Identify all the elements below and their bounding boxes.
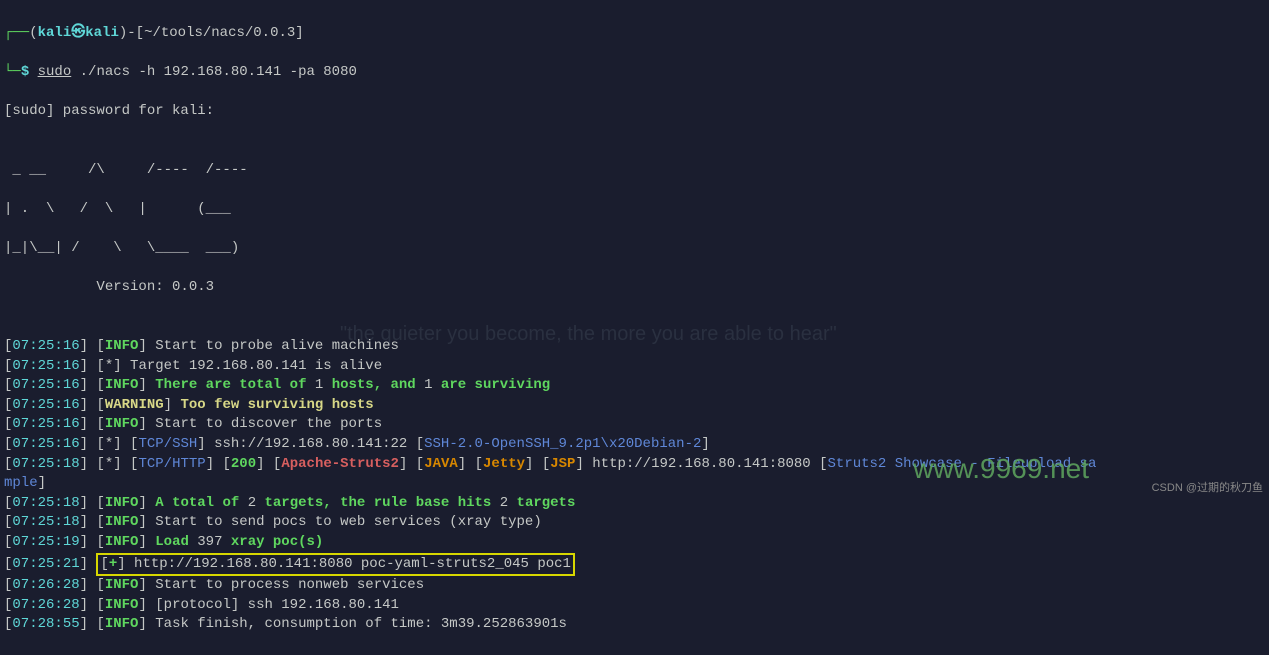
terminal-output: ┌──(kali㉿kali)-[~/tools/nacs/0.0.3] └─$ …	[4, 4, 1265, 655]
log-line: [07:25:16] [INFO] There are total of 1 h…	[4, 376, 1265, 396]
ascii-banner: _ __ /\ /---- /---- | . \ / \ | (___ |_|…	[4, 141, 1265, 317]
log-line: [07:28:55] [INFO] Task finish, consumpti…	[4, 615, 1265, 635]
skull-icon: ㉿	[71, 25, 85, 41]
watermark: www.9969.net	[913, 449, 1089, 488]
log-line: [07:26:28] [INFO] Start to process nonwe…	[4, 576, 1265, 596]
prompt-line-1: ┌──(kali㉿kali)-[~/tools/nacs/0.0.3]	[4, 24, 1265, 44]
csdn-credit: CSDN @过期的秋刀鱼	[1152, 481, 1263, 496]
sudo-cmd: sudo	[38, 64, 72, 80]
log-line: [07:25:18] [INFO] A total of 2 targets, …	[4, 494, 1265, 514]
log-line: [07:25:19] [INFO] Load 397 xray poc(s)	[4, 533, 1265, 553]
prompt-line-2: └─$ sudo ./nacs -h 192.168.80.141 -pa 80…	[4, 63, 1265, 83]
log-line: [07:25:16] [*] Target 192.168.80.141 is …	[4, 357, 1265, 377]
log-line: [07:25:16] [INFO] Start to probe alive m…	[4, 337, 1265, 357]
log-line: [07:25:21] [+] http://192.168.80.141:808…	[4, 553, 1265, 577]
log-line: [07:26:28] [INFO] [protocol] ssh 192.168…	[4, 596, 1265, 616]
log-line: [07:25:16] [INFO] Start to discover the …	[4, 415, 1265, 435]
sudo-prompt: [sudo] password for kali:	[4, 102, 1265, 122]
log-line: [07:25:16] [WARNING] Too few surviving h…	[4, 396, 1265, 416]
log-line: [07:25:18] [INFO] Start to send pocs to …	[4, 513, 1265, 533]
